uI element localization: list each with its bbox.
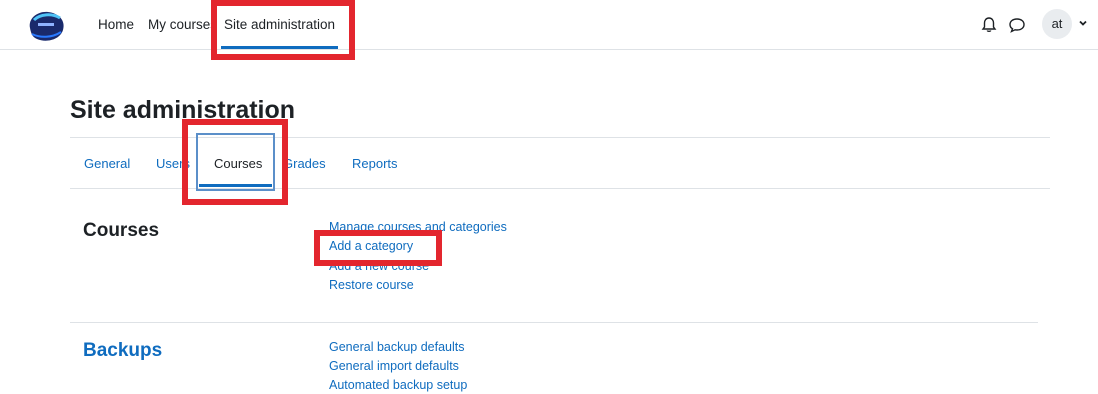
nav-home[interactable]: Home [98,17,134,32]
highlight-add-category [314,230,442,266]
site-logo[interactable] [24,8,68,44]
tab-general[interactable]: General [84,156,130,171]
courses-tab-focus-ring [196,133,275,191]
link-import-defaults[interactable]: General import defaults [329,359,459,373]
top-navbar: Home My courses Site administration at [0,0,1098,50]
section-heading-courses: Courses [83,220,160,241]
link-backup-defaults[interactable]: General backup defaults [329,340,465,354]
link-automated-backup[interactable]: Automated backup setup [329,378,467,392]
tab-grades[interactable]: Grades [283,156,326,171]
section-heading-backups[interactable]: Backups [83,340,162,362]
chevron-down-icon[interactable] [1078,18,1088,28]
bell-icon[interactable] [980,16,998,34]
tab-reports[interactable]: Reports [352,156,398,171]
section-divider [70,322,1038,323]
link-restore-course[interactable]: Restore course [329,278,414,292]
nav-my-courses[interactable]: My courses [148,17,217,32]
highlight-site-administration [211,0,355,60]
chat-icon[interactable] [1008,16,1026,34]
user-avatar[interactable]: at [1042,9,1072,39]
